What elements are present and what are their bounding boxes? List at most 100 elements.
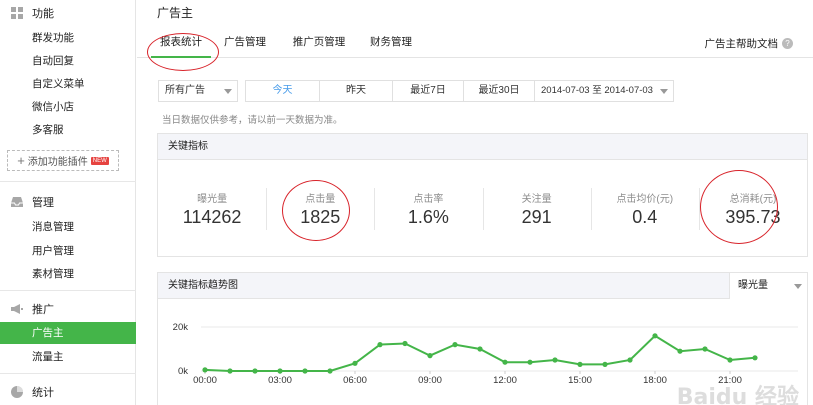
trend-panel-header: 关键指标趋势图 曝光量 bbox=[158, 273, 807, 299]
kpi-label: 关注量 bbox=[521, 194, 552, 205]
data-point bbox=[277, 368, 283, 374]
kpi-label: 总消耗(元) bbox=[729, 194, 777, 205]
data-point bbox=[377, 342, 383, 348]
kpi-value: 0.4 bbox=[632, 207, 658, 227]
data-point bbox=[452, 342, 458, 348]
trend-panel-title: 关键指标趋势图 bbox=[168, 280, 238, 291]
range-30days-button[interactable]: 最近30日 bbox=[464, 80, 535, 102]
tab-ad-management[interactable]: 广告管理 bbox=[219, 28, 271, 58]
chevron-down-icon bbox=[224, 89, 232, 94]
kpi-follows: 关注量 291 bbox=[482, 160, 591, 256]
kpi-avg-cpc: 点击均价(元) 0.4 bbox=[590, 160, 699, 256]
data-point bbox=[502, 359, 508, 365]
sidebar-section-manage[interactable]: 管理 bbox=[0, 191, 136, 213]
kpi-panel: 关键指标 曝光量 114262 点击量 1825 点击率 1.6% 关注量 29… bbox=[157, 133, 808, 257]
data-point bbox=[302, 368, 308, 374]
sidebar-item-materials[interactable]: 素材管理 bbox=[0, 263, 136, 285]
sidebar-item-mass-send[interactable]: 群发功能 bbox=[0, 27, 136, 49]
tab-report-stats[interactable]: 报表统计 bbox=[151, 28, 211, 58]
x-tick-label: 00:00 bbox=[193, 375, 217, 386]
y-tick-label: 20k bbox=[173, 322, 189, 333]
sidebar-item-customer-service[interactable]: 多客服 bbox=[0, 119, 136, 141]
kpi-impressions: 曝光量 114262 bbox=[158, 160, 266, 256]
kpi-value: 1825 bbox=[300, 207, 341, 227]
help-docs-link[interactable]: 广告主帮助文档 ? bbox=[705, 36, 793, 51]
x-tick-label: 03:00 bbox=[268, 375, 292, 386]
data-point bbox=[577, 361, 583, 367]
data-point bbox=[202, 367, 208, 373]
y-tick-label: 0k bbox=[178, 366, 188, 377]
data-point bbox=[352, 360, 358, 366]
data-point bbox=[652, 333, 658, 339]
data-point bbox=[552, 357, 558, 363]
date-range-value: 2014-07-03 至 2014-07-03 bbox=[541, 85, 653, 96]
kpi-value: 291 bbox=[521, 207, 552, 227]
x-tick-label: 15:00 bbox=[568, 375, 592, 386]
x-tick-label: 06:00 bbox=[343, 375, 367, 386]
divider bbox=[0, 290, 136, 291]
add-plugin-label: 添加功能插件 bbox=[27, 157, 88, 168]
sidebar: 功能 群发功能 自动回复 自定义菜单 微信小店 多客服 + 添加功能插件 NEW… bbox=[0, 0, 136, 405]
tab-landing-page-management[interactable]: 推广页管理 bbox=[287, 28, 351, 58]
series-line bbox=[204, 334, 756, 372]
kpi-clicks: 点击量 1825 bbox=[266, 160, 374, 256]
kpi-total-spend: 总消耗(元) 395.73 bbox=[698, 160, 807, 256]
x-tick-label: 21:00 bbox=[718, 375, 742, 386]
data-note: 当日数据仅供参考，请以前一天数据为准。 bbox=[162, 115, 343, 126]
data-point bbox=[677, 348, 683, 354]
kpi-label: 曝光量 bbox=[197, 194, 228, 205]
x-tick-label: 12:00 bbox=[493, 375, 517, 386]
sidebar-section-statistics[interactable]: 统计 bbox=[0, 381, 136, 403]
sidebar-item-auto-reply[interactable]: 自动回复 bbox=[0, 50, 136, 72]
range-7days-button[interactable]: 最近7日 bbox=[393, 80, 464, 102]
tab-finance-management[interactable]: 财务管理 bbox=[365, 28, 417, 58]
range-today-button[interactable]: 今天 bbox=[245, 80, 320, 102]
grid-icon bbox=[11, 7, 23, 19]
sidebar-item-users[interactable]: 用户管理 bbox=[0, 240, 136, 262]
megaphone-icon bbox=[11, 304, 23, 314]
data-point bbox=[727, 357, 733, 363]
sidebar-item-wechat-store[interactable]: 微信小店 bbox=[0, 96, 136, 118]
data-point bbox=[477, 346, 483, 352]
new-badge: NEW bbox=[90, 156, 109, 165]
pie-icon bbox=[11, 386, 23, 398]
data-point bbox=[702, 346, 708, 352]
sidebar-section-label: 功能 bbox=[32, 8, 54, 20]
data-point bbox=[402, 340, 408, 347]
data-point bbox=[252, 368, 258, 374]
kpi-label: 点击量 bbox=[305, 194, 336, 205]
trend-panel: 关键指标趋势图 曝光量 0k 20k 00:00 03:00 06:00 09:00 12:… bbox=[157, 272, 808, 405]
sidebar-section-function[interactable]: 功能 bbox=[0, 2, 136, 24]
sidebar-item-messages[interactable]: 消息管理 bbox=[0, 216, 136, 238]
inbox-icon bbox=[11, 197, 23, 207]
add-plugin-button[interactable]: + 添加功能插件 NEW bbox=[7, 150, 119, 171]
data-point bbox=[752, 355, 758, 361]
sidebar-section-label: 推广 bbox=[32, 304, 54, 316]
trend-chart: 0k 20k 00:00 03:00 06:00 09:00 12:00 15:00 18:00… bbox=[173, 322, 798, 386]
range-yesterday-button[interactable]: 昨天 bbox=[320, 80, 393, 102]
kpi-row: 曝光量 114262 点击量 1825 点击率 1.6% 关注量 291 点击均… bbox=[158, 160, 807, 256]
date-range-buttons: 今天 昨天 最近7日 最近30日 2014-07-03 至 2014-07-03 bbox=[245, 80, 674, 102]
data-point bbox=[527, 359, 533, 365]
data-point bbox=[627, 357, 633, 363]
question-icon: ? bbox=[782, 38, 793, 49]
main-content: 广告主 报表统计 广告管理 推广页管理 财务管理 广告主帮助文档 ? 所有广告 … bbox=[137, 0, 813, 405]
ad-select-value: 所有广告 bbox=[165, 85, 205, 96]
kpi-value: 395.73 bbox=[725, 207, 781, 227]
chevron-down-icon bbox=[794, 284, 802, 289]
data-point bbox=[327, 368, 333, 374]
data-point bbox=[602, 361, 608, 367]
metric-select-value: 曝光量 bbox=[738, 280, 768, 291]
ad-select[interactable]: 所有广告 bbox=[158, 80, 238, 102]
kpi-value: 114262 bbox=[182, 207, 242, 227]
kpi-ctr: 点击率 1.6% bbox=[374, 160, 482, 256]
divider bbox=[0, 181, 136, 182]
sidebar-section-label: 管理 bbox=[32, 197, 54, 209]
sidebar-section-promotion[interactable]: 推广 bbox=[0, 298, 136, 320]
filter-bar: 所有广告 今天 昨天 最近7日 最近30日 2014-07-03 至 2014-… bbox=[158, 80, 674, 102]
sidebar-item-publisher[interactable]: 流量主 bbox=[0, 346, 136, 368]
sidebar-item-custom-menu[interactable]: 自定义菜单 bbox=[0, 73, 136, 95]
metric-select[interactable]: 曝光量 bbox=[729, 273, 807, 299]
date-range-picker[interactable]: 2014-07-03 至 2014-07-03 bbox=[535, 80, 674, 102]
sidebar-item-advertiser[interactable]: 广告主 bbox=[0, 322, 136, 344]
